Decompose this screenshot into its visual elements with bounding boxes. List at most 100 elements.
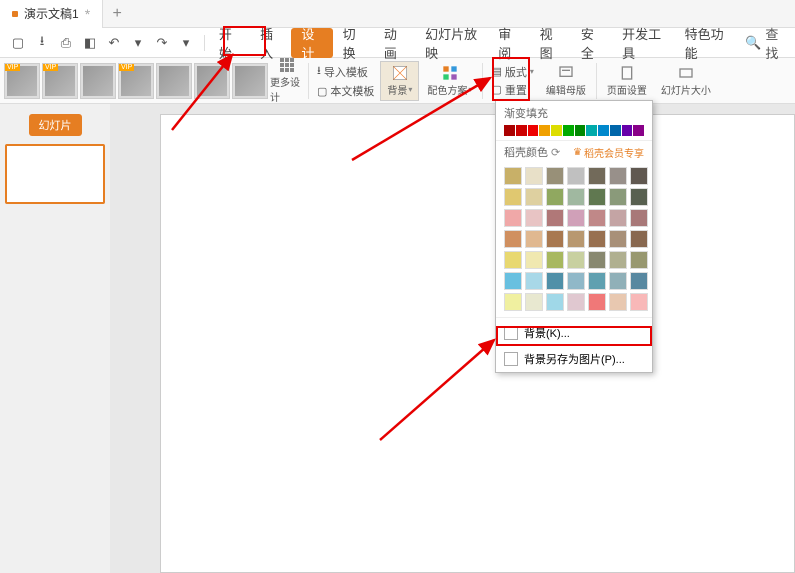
more-design-button[interactable]: 更多设计 bbox=[270, 58, 304, 104]
color-swatch[interactable] bbox=[588, 272, 606, 290]
print-icon[interactable]: ⎙ bbox=[56, 33, 76, 53]
slide-thumbnail[interactable] bbox=[5, 144, 105, 204]
color-swatch[interactable] bbox=[546, 209, 564, 227]
document-tab[interactable]: 演示文稿1 * bbox=[0, 0, 103, 28]
qat-more-icon[interactable]: ▾ bbox=[176, 33, 196, 53]
slide-panel-tab[interactable]: 幻灯片 bbox=[29, 114, 82, 136]
color-swatch[interactable] bbox=[630, 251, 648, 269]
new-tab-button[interactable]: + bbox=[103, 0, 131, 28]
tab-special[interactable]: 特色功能 bbox=[675, 28, 738, 58]
color-swatch[interactable] bbox=[588, 230, 606, 248]
color-swatch[interactable] bbox=[630, 293, 648, 311]
reset-button[interactable]: ▢ 重置 bbox=[487, 81, 537, 99]
color-swatch[interactable] bbox=[504, 167, 522, 185]
color-swatch[interactable] bbox=[567, 167, 585, 185]
tab-slideshow[interactable]: 幻灯片放映 bbox=[415, 28, 488, 58]
gradient-swatch[interactable] bbox=[633, 125, 644, 136]
color-swatch[interactable] bbox=[525, 188, 543, 206]
color-swatch[interactable] bbox=[630, 230, 648, 248]
color-swatch[interactable] bbox=[609, 230, 627, 248]
color-swatch[interactable] bbox=[504, 272, 522, 290]
color-swatch[interactable] bbox=[567, 251, 585, 269]
color-swatch[interactable] bbox=[525, 251, 543, 269]
theme-thumbnail[interactable] bbox=[194, 63, 230, 99]
color-swatch[interactable] bbox=[504, 209, 522, 227]
color-swatch[interactable] bbox=[567, 188, 585, 206]
tab-insert[interactable]: 插入 bbox=[250, 28, 291, 58]
slide-canvas[interactable] bbox=[160, 114, 795, 573]
tab-animation[interactable]: 动画 bbox=[374, 28, 415, 58]
color-swatch[interactable] bbox=[525, 293, 543, 311]
search-button[interactable]: 🔍 查找 bbox=[737, 24, 791, 62]
color-swatch[interactable] bbox=[588, 188, 606, 206]
color-swatch[interactable] bbox=[546, 251, 564, 269]
color-swatch[interactable] bbox=[504, 293, 522, 311]
tab-dev[interactable]: 开发工具 bbox=[612, 28, 675, 58]
color-swatch[interactable] bbox=[567, 230, 585, 248]
save-icon[interactable]: ▢ bbox=[8, 33, 28, 53]
preview-icon[interactable]: ◧ bbox=[80, 33, 100, 53]
color-swatch[interactable] bbox=[546, 188, 564, 206]
page-setup-button[interactable]: 页面设置 bbox=[601, 61, 653, 101]
export-icon[interactable]: ⭳ bbox=[32, 33, 52, 53]
color-scheme-button[interactable]: 配色方案▾ bbox=[421, 61, 478, 101]
color-swatch[interactable] bbox=[609, 293, 627, 311]
color-swatch[interactable] bbox=[525, 209, 543, 227]
gradient-swatch[interactable] bbox=[598, 125, 609, 136]
layout-button[interactable]: ▤ 版式▾ bbox=[487, 63, 537, 81]
color-swatch[interactable] bbox=[525, 167, 543, 185]
tab-review[interactable]: 审阅 bbox=[488, 28, 529, 58]
gradient-swatch[interactable] bbox=[586, 125, 597, 136]
color-swatch[interactable] bbox=[567, 293, 585, 311]
color-swatch[interactable] bbox=[546, 272, 564, 290]
theme-thumbnail[interactable] bbox=[156, 63, 192, 99]
color-swatch[interactable] bbox=[504, 188, 522, 206]
theme-thumbnail[interactable] bbox=[80, 63, 116, 99]
this-template-button[interactable]: ▢ 本文模板 bbox=[313, 82, 378, 100]
color-swatch[interactable] bbox=[525, 272, 543, 290]
color-swatch[interactable] bbox=[609, 188, 627, 206]
color-swatch[interactable] bbox=[525, 230, 543, 248]
color-swatch[interactable] bbox=[546, 167, 564, 185]
color-swatch[interactable] bbox=[588, 293, 606, 311]
color-swatch[interactable] bbox=[609, 167, 627, 185]
gradient-swatch[interactable] bbox=[563, 125, 574, 136]
import-template-button[interactable]: ⭳ 导入模板 bbox=[313, 61, 378, 82]
gradient-swatch[interactable] bbox=[575, 125, 586, 136]
color-swatch[interactable] bbox=[546, 230, 564, 248]
edit-master-button[interactable]: 编辑母版 bbox=[540, 61, 592, 101]
docer-vip-label[interactable]: ♛稻壳会员专享 bbox=[573, 145, 644, 160]
redo-icon[interactable]: ↷ bbox=[152, 33, 172, 53]
tab-design[interactable]: 设计 bbox=[291, 28, 332, 58]
background-button[interactable]: 背景▾ bbox=[380, 61, 419, 101]
tab-start[interactable]: 开始 bbox=[209, 28, 250, 58]
theme-thumbnail[interactable] bbox=[118, 63, 154, 99]
qat-dropdown-icon[interactable]: ▾ bbox=[128, 33, 148, 53]
undo-icon[interactable]: ↶ bbox=[104, 33, 124, 53]
gradient-swatch[interactable] bbox=[610, 125, 621, 136]
color-swatch[interactable] bbox=[567, 209, 585, 227]
color-swatch[interactable] bbox=[588, 251, 606, 269]
color-swatch[interactable] bbox=[609, 209, 627, 227]
gradient-swatch[interactable] bbox=[539, 125, 550, 136]
gradient-swatch[interactable] bbox=[622, 125, 633, 136]
color-swatch[interactable] bbox=[504, 251, 522, 269]
color-swatch[interactable] bbox=[609, 251, 627, 269]
theme-thumbnail[interactable] bbox=[4, 63, 40, 99]
color-swatch[interactable] bbox=[630, 209, 648, 227]
color-swatch[interactable] bbox=[588, 167, 606, 185]
refresh-icon[interactable]: ⟳ bbox=[551, 146, 560, 159]
gradient-swatch[interactable] bbox=[551, 125, 562, 136]
gradient-swatch[interactable] bbox=[528, 125, 539, 136]
gradient-swatch[interactable] bbox=[516, 125, 527, 136]
color-swatch[interactable] bbox=[588, 209, 606, 227]
color-swatch[interactable] bbox=[567, 272, 585, 290]
tab-security[interactable]: 安全 bbox=[571, 28, 612, 58]
tab-view[interactable]: 视图 bbox=[530, 28, 571, 58]
color-swatch[interactable] bbox=[609, 272, 627, 290]
color-swatch[interactable] bbox=[630, 272, 648, 290]
background-save-item[interactable]: 背景另存为图片(P)... bbox=[496, 346, 652, 372]
tab-transition[interactable]: 切换 bbox=[333, 28, 374, 58]
theme-thumbnail[interactable] bbox=[42, 63, 78, 99]
color-swatch[interactable] bbox=[546, 293, 564, 311]
